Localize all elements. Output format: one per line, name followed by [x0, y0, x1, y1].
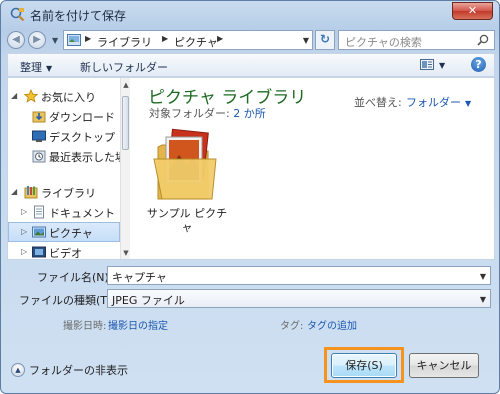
filetype-select[interactable]: JPEG ファイル ▼	[107, 289, 491, 308]
pictures-library-icon	[67, 34, 81, 46]
documents-icon	[34, 205, 44, 219]
address-row: ◀ ▶ ▼ ▶ ライブラリ ▶ ピクチャ ▶ ▼ ↻ ピクチャの検索	[7, 30, 495, 50]
expand-arrow-icon[interactable]: ▷	[21, 207, 27, 216]
collapse-arrow-icon[interactable]: ◢	[11, 187, 17, 196]
pictures-icon	[32, 226, 46, 238]
sidebar-item-label: お気に入り	[41, 91, 96, 104]
close-button[interactable]: ✕	[452, 2, 493, 20]
folder-name: サンプル ピクチャ	[146, 207, 228, 234]
navigation-pane: ◢ お気に入り ダウンロード デスクトップ 最近表示した場所 ◢ ライブラリ ▷…	[8, 78, 130, 259]
chevron-down-icon: ▼	[46, 64, 53, 73]
sidebar-item-label: 最近表示した場所	[49, 151, 130, 164]
tags-link[interactable]: タグの追加	[307, 317, 357, 332]
arrange-by-value: フォルダー	[406, 96, 461, 109]
chevron-up-icon: ▲	[11, 363, 25, 377]
breadcrumb-pictures[interactable]: ピクチャ	[174, 34, 218, 50]
view-options-icon[interactable]	[420, 59, 434, 70]
filename-value: キャプチャ	[112, 271, 167, 284]
library-target-folders: 対象フォルダー: 2 か所	[149, 105, 266, 121]
forward-arrow-icon: ▶	[33, 34, 41, 45]
sidebar-item-recent-places[interactable]: 最近表示した場所	[8, 146, 130, 166]
sidebar-item-label: デスクトップ	[49, 131, 115, 144]
sidebar-item-label: ピクチャ	[49, 227, 93, 240]
organize-label: 整理	[20, 61, 42, 74]
date-taken-link[interactable]: 撮影日の指定	[108, 317, 168, 332]
collapse-arrow-icon[interactable]: ◢	[11, 91, 17, 100]
close-icon: ✕	[467, 4, 478, 17]
address-bar[interactable]: ▶ ライブラリ ▶ ピクチャ ▶ ▼	[63, 30, 313, 50]
navigation-scrollbar[interactable]: ▲ ▼	[120, 78, 130, 259]
star-icon	[24, 89, 38, 103]
cancel-button[interactable]: キャンセル	[409, 353, 479, 378]
sidebar-item-label: ビデオ	[49, 247, 82, 259]
title-bar: 名前を付けて保存 ✕	[1, 1, 499, 29]
sidebar-item-label: ライブラリ	[41, 187, 96, 200]
hide-folders-button[interactable]: ▲ フォルダーの非表示	[11, 362, 128, 378]
save-options: ファイル名(N): キャプチャ ▼ ファイルの種類(T): JPEG ファイル …	[7, 264, 495, 344]
recent-places-icon	[32, 150, 46, 163]
arrange-by-label: 並べ替え:	[354, 96, 402, 109]
chevron-down-icon: ▼	[479, 295, 486, 304]
command-toolbar: 整理 ▼ 新しいフォルダー ▼ ?	[7, 53, 495, 77]
chevron-down-icon[interactable]: ▼	[439, 61, 445, 70]
sidebar-item-label: ドキュメント	[49, 207, 115, 220]
search-input[interactable]: ピクチャの検索	[338, 30, 495, 50]
tags-label: タグ:	[280, 321, 304, 332]
scroll-down-arrow-icon[interactable]: ▼	[121, 249, 130, 257]
chevron-down-icon[interactable]: ▼	[303, 36, 309, 45]
scroll-up-arrow-icon[interactable]: ▲	[121, 81, 130, 89]
breadcrumb-separator-icon[interactable]: ▶	[85, 34, 91, 43]
folder-sample-pictures[interactable]: サンプル ピクチャ	[147, 125, 227, 235]
sidebar-item-pictures[interactable]: ▷ ピクチャ	[8, 222, 120, 242]
download-folder-icon	[32, 111, 46, 123]
filetype-label: ファイルの種類(T):	[19, 294, 116, 307]
sidebar-item-libraries[interactable]: ◢ ライブラリ	[8, 182, 120, 202]
browser-pane: ◢ お気に入り ダウンロード デスクトップ 最近表示した場所 ◢ ライブラリ ▷…	[7, 77, 495, 260]
date-taken-label: 撮影日時:	[63, 321, 107, 332]
sidebar-item-documents[interactable]: ▷ ドキュメント	[8, 202, 120, 222]
dialog-footer: ▲ フォルダーの非表示 保存(S) キャンセル	[1, 346, 499, 393]
recent-pages-dropdown-icon[interactable]: ▼	[52, 36, 58, 45]
target-folders-link[interactable]: 2 か所	[233, 107, 266, 120]
refresh-icon: ↻	[319, 32, 331, 46]
help-icon[interactable]: ?	[471, 57, 486, 72]
window-title: 名前を付けて保存	[30, 9, 127, 23]
chevron-down-icon[interactable]: ▼	[480, 272, 486, 281]
search-placeholder: ピクチャの検索	[345, 36, 422, 49]
arrange-by-dropdown[interactable]: フォルダー ▼	[406, 94, 471, 110]
sidebar-item-downloads[interactable]: ダウンロード	[8, 106, 120, 126]
sidebar-item-favorites[interactable]: ◢ お気に入り	[8, 86, 120, 106]
forward-button[interactable]: ▶	[28, 31, 46, 49]
folder-thumbnail-icon	[153, 128, 217, 200]
filename-combobox[interactable]: キャプチャ ▼	[107, 266, 491, 285]
sidebar-item-videos[interactable]: ▷ ビデオ	[8, 242, 120, 259]
file-list-area[interactable]: ピクチャ ライブラリ 対象フォルダー: 2 か所 並べ替え: フォルダー ▼ サン…	[132, 78, 494, 259]
sidebar-item-label: ダウンロード	[49, 111, 115, 124]
library-icon	[24, 186, 38, 199]
expand-arrow-icon[interactable]: ▷	[21, 247, 27, 256]
new-folder-button[interactable]: 新しいフォルダー	[80, 59, 168, 75]
filetype-value: JPEG ファイル	[112, 294, 185, 307]
save-button[interactable]: 保存(S)	[331, 353, 397, 378]
scrollbar-thumb[interactable]	[122, 96, 129, 150]
breadcrumb-separator-icon[interactable]: ▶	[217, 34, 223, 43]
expand-arrow-icon[interactable]: ▷	[21, 227, 27, 236]
filename-label: ファイル名(N):	[37, 271, 113, 284]
hide-folders-label: フォルダーの非表示	[29, 364, 128, 377]
videos-icon	[32, 246, 46, 258]
sidebar-item-desktop[interactable]: デスクトップ	[8, 126, 120, 146]
save-as-dialog: 名前を付けて保存 ✕ ◀ ▶ ▼ ▶ ライブラリ ▶ ピクチャ ▶ ▼ ↻ ピク…	[0, 0, 500, 394]
target-folders-label: 対象フォルダー:	[149, 107, 230, 120]
search-icon	[477, 34, 489, 46]
save-dialog-icon	[10, 7, 25, 22]
desktop-icon	[32, 130, 46, 142]
breadcrumb-libraries[interactable]: ライブラリ	[97, 34, 152, 50]
back-arrow-icon: ◀	[12, 34, 20, 45]
breadcrumb-separator-icon[interactable]: ▶	[162, 34, 168, 43]
refresh-button[interactable]: ↻	[315, 30, 335, 50]
chevron-down-icon: ▼	[465, 99, 472, 108]
back-button[interactable]: ◀	[7, 31, 25, 49]
organize-button[interactable]: 整理 ▼	[20, 59, 52, 75]
